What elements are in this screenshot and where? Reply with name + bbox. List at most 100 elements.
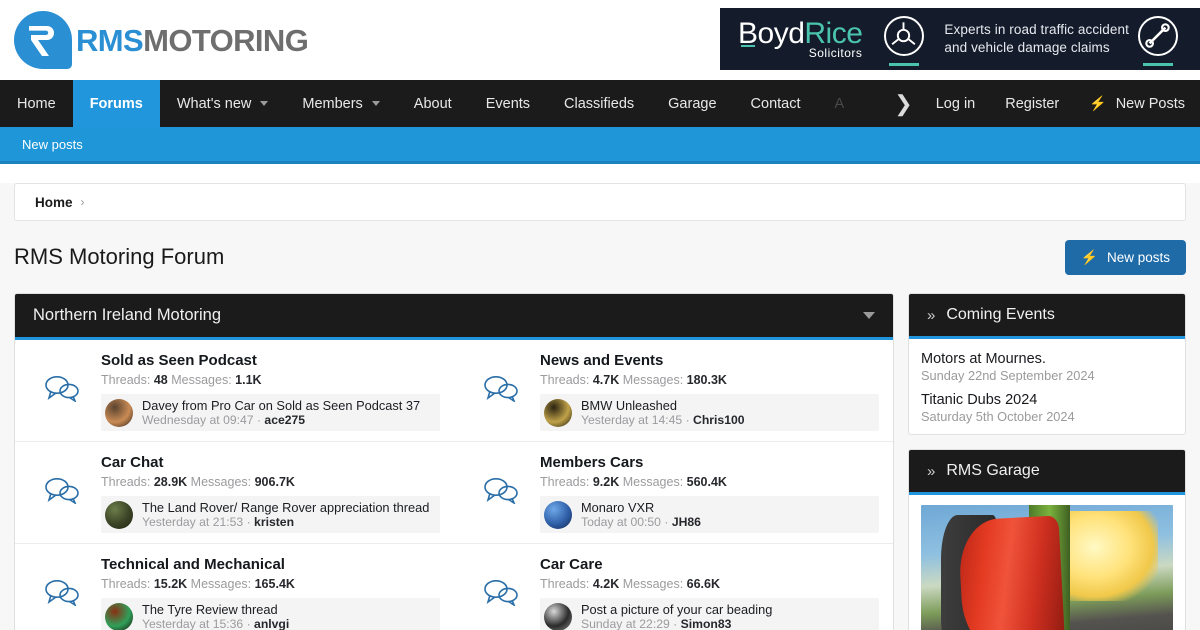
forum-node-title[interactable]: Technical and Mechanical <box>101 556 440 573</box>
forum-node-title[interactable]: Sold as Seen Podcast <box>101 352 440 369</box>
nav-item-contact[interactable]: Contact <box>734 80 818 127</box>
messages-count: 180.3K <box>686 373 727 387</box>
last-post-title[interactable]: BMW Unleashed <box>581 398 745 413</box>
threads-count: 9.2K <box>592 475 620 489</box>
last-post-user[interactable]: anlvgi <box>254 617 289 630</box>
banner-tagline: Experts in road traffic accident and veh… <box>944 21 1129 57</box>
nav-item-garage[interactable]: Garage <box>651 80 733 127</box>
rms-garage-header: » RMS Garage <box>909 450 1185 495</box>
content-area: Northern Ireland Motoring Sold as Seen P… <box>14 293 1186 630</box>
nav-item-home[interactable]: Home <box>0 80 73 127</box>
double-chevron-right-icon: » <box>927 462 936 480</box>
last-post: The Tyre Review thread Yesterday at 15:36… <box>101 598 440 630</box>
threads-label: Threads: <box>101 577 151 591</box>
threads-label: Threads: <box>101 475 151 489</box>
category-header[interactable]: Northern Ireland Motoring <box>15 294 893 340</box>
avatar[interactable] <box>544 398 572 427</box>
nav-item-label: Events <box>485 95 531 112</box>
nav-item-new-posts[interactable]: ⚡ New Posts <box>1074 80 1200 127</box>
nav-item-log-in[interactable]: Log in <box>921 80 991 127</box>
coming-event-name[interactable]: Titanic Dubs 2024 <box>921 392 1173 408</box>
breadcrumb: Home › <box>14 183 1186 221</box>
banner-tagline-line1: Experts in road traffic accident <box>944 21 1129 37</box>
coming-event-item: Motors at Mournes. Sunday 22nd September … <box>921 351 1173 383</box>
nav-secondary-items: Log in Register ⚡ New Posts <box>920 80 1200 127</box>
nav-item-events[interactable]: Events <box>469 80 547 127</box>
speech-bubbles-icon <box>29 454 95 504</box>
avatar[interactable] <box>105 500 133 529</box>
nav-item-members[interactable]: Members <box>285 80 396 127</box>
avatar[interactable] <box>544 602 572 630</box>
site-header: RMSMOTORING BoydRice Solicitors Experts … <box>0 0 1200 80</box>
last-post-title[interactable]: The Land Rover/ Range Rover appreciation… <box>142 500 429 515</box>
last-post-user[interactable]: ace275 <box>264 413 305 427</box>
last-post-meta: Yesterday at 14:45 · Chris100 <box>581 413 745 427</box>
nav-item-register[interactable]: Register <box>990 80 1074 127</box>
nav-scroll-right-icon[interactable]: ❯ <box>864 80 921 127</box>
last-post-time: Yesterday at 14:45 <box>581 413 683 427</box>
forum-node: Sold as Seen Podcast Threads: 48 Messages… <box>15 340 454 442</box>
nav-item-forums[interactable]: Forums <box>72 80 160 127</box>
forum-node-body: Technical and Mechanical Threads: 15.2K M… <box>101 556 440 630</box>
nav-item-label: Garage <box>668 95 717 112</box>
forum-node-stats: Threads: 4.7K Messages: 180.3K <box>540 373 879 387</box>
subnav-item-new-posts[interactable]: New posts <box>4 137 101 152</box>
last-post-user[interactable]: kristen <box>254 515 294 529</box>
last-post: BMW Unleashed Yesterday at 14:45 · Chris1… <box>540 394 879 431</box>
last-post-text: Davey from Pro Car on Sold as Seen Podca… <box>142 398 420 427</box>
last-post-meta: Sunday at 22:29 · Simon83 <box>581 617 732 630</box>
last-post-user[interactable]: JH86 <box>672 515 701 529</box>
forum-node: Car Care Threads: 4.2K Messages: 66.6K Pos… <box>454 544 893 630</box>
nav-item-label: Register <box>1005 95 1060 112</box>
spanner-icon <box>1138 16 1184 66</box>
avatar[interactable] <box>544 500 572 529</box>
last-post-title[interactable]: Monaro VXR <box>581 500 701 515</box>
avatar[interactable] <box>105 398 133 427</box>
new-posts-button[interactable]: ⚡ New posts <box>1064 239 1186 275</box>
nav-item-classifieds[interactable]: Classifieds <box>547 80 651 127</box>
avatar[interactable] <box>105 602 133 630</box>
forum-node-title[interactable]: Members Cars <box>540 454 879 471</box>
chevron-down-icon[interactable] <box>260 101 269 106</box>
last-post-time: Sunday at 22:29 <box>581 617 670 630</box>
rms-garage-block: » RMS Garage chris9696's M3 <box>908 449 1186 630</box>
forum-node: Car Chat Threads: 28.9K Messages: 906.7K T… <box>15 442 454 544</box>
coming-event-date: Saturday 5th October 2024 <box>921 409 1075 424</box>
banner-tagline-line2: and vehicle damage claims <box>944 40 1110 55</box>
lightning-bolt-icon: ⚡ <box>1089 95 1107 111</box>
rms-garage-body: chris9696's M3 <box>909 495 1185 630</box>
forum-list-column: Northern Ireland Motoring Sold as Seen P… <box>14 293 894 630</box>
last-post-title[interactable]: Post a picture of your car beading <box>581 602 772 617</box>
forum-node-title[interactable]: Car Care <box>540 556 879 573</box>
coming-event-name[interactable]: Motors at Mournes. <box>921 351 1173 367</box>
garage-featured-photo[interactable]: chris9696's M3 <box>921 505 1173 630</box>
coming-events-body: Motors at Mournes. Sunday 22nd September … <box>909 339 1185 434</box>
last-post-title[interactable]: The Tyre Review thread <box>142 602 289 617</box>
forum-node-stats: Threads: 48 Messages: 1.1K <box>101 373 440 387</box>
sidebar: » Coming Events Motors at Mournes. Sunday… <box>908 293 1186 630</box>
chevron-down-icon[interactable] <box>863 312 875 319</box>
forum-node-title[interactable]: Car Chat <box>101 454 440 471</box>
last-post-user[interactable]: Chris100 <box>693 413 745 427</box>
new-posts-button-label: New posts <box>1106 249 1170 265</box>
rms-logo-icon <box>14 11 72 69</box>
lightning-bolt-icon: ⚡ <box>1080 248 1098 265</box>
nav-item-what-s-new[interactable]: What's new <box>160 80 286 127</box>
chevron-down-icon[interactable] <box>371 101 380 106</box>
forum-category-block: Northern Ireland Motoring Sold as Seen P… <box>14 293 894 630</box>
last-post-user[interactable]: Simon83 <box>681 617 732 630</box>
nav-item-a[interactable]: A <box>818 80 862 127</box>
forum-node-stats: Threads: 9.2K Messages: 560.4K <box>540 475 879 489</box>
nav-item-label: New Posts <box>1115 95 1185 112</box>
last-post-time: Yesterday at 15:36 <box>142 617 244 630</box>
forum-node-body: Sold as Seen Podcast Threads: 48 Messages… <box>101 352 440 431</box>
breadcrumb-item-home[interactable]: Home <box>35 195 73 210</box>
forum-node-title[interactable]: News and Events <box>540 352 879 369</box>
nav-primary-items: Home Forums What's new Members About Events Cl… <box>0 80 921 127</box>
site-logo[interactable]: RMSMOTORING <box>14 11 309 69</box>
banner-advertisement[interactable]: BoydRice Solicitors Experts in road traf… <box>720 8 1200 70</box>
last-post-time: Wednesday at 09:47 <box>142 413 254 427</box>
nav-item-about[interactable]: About <box>397 80 469 127</box>
last-post-title[interactable]: Davey from Pro Car on Sold as Seen Podca… <box>142 398 420 413</box>
threads-count: 4.7K <box>592 373 620 387</box>
